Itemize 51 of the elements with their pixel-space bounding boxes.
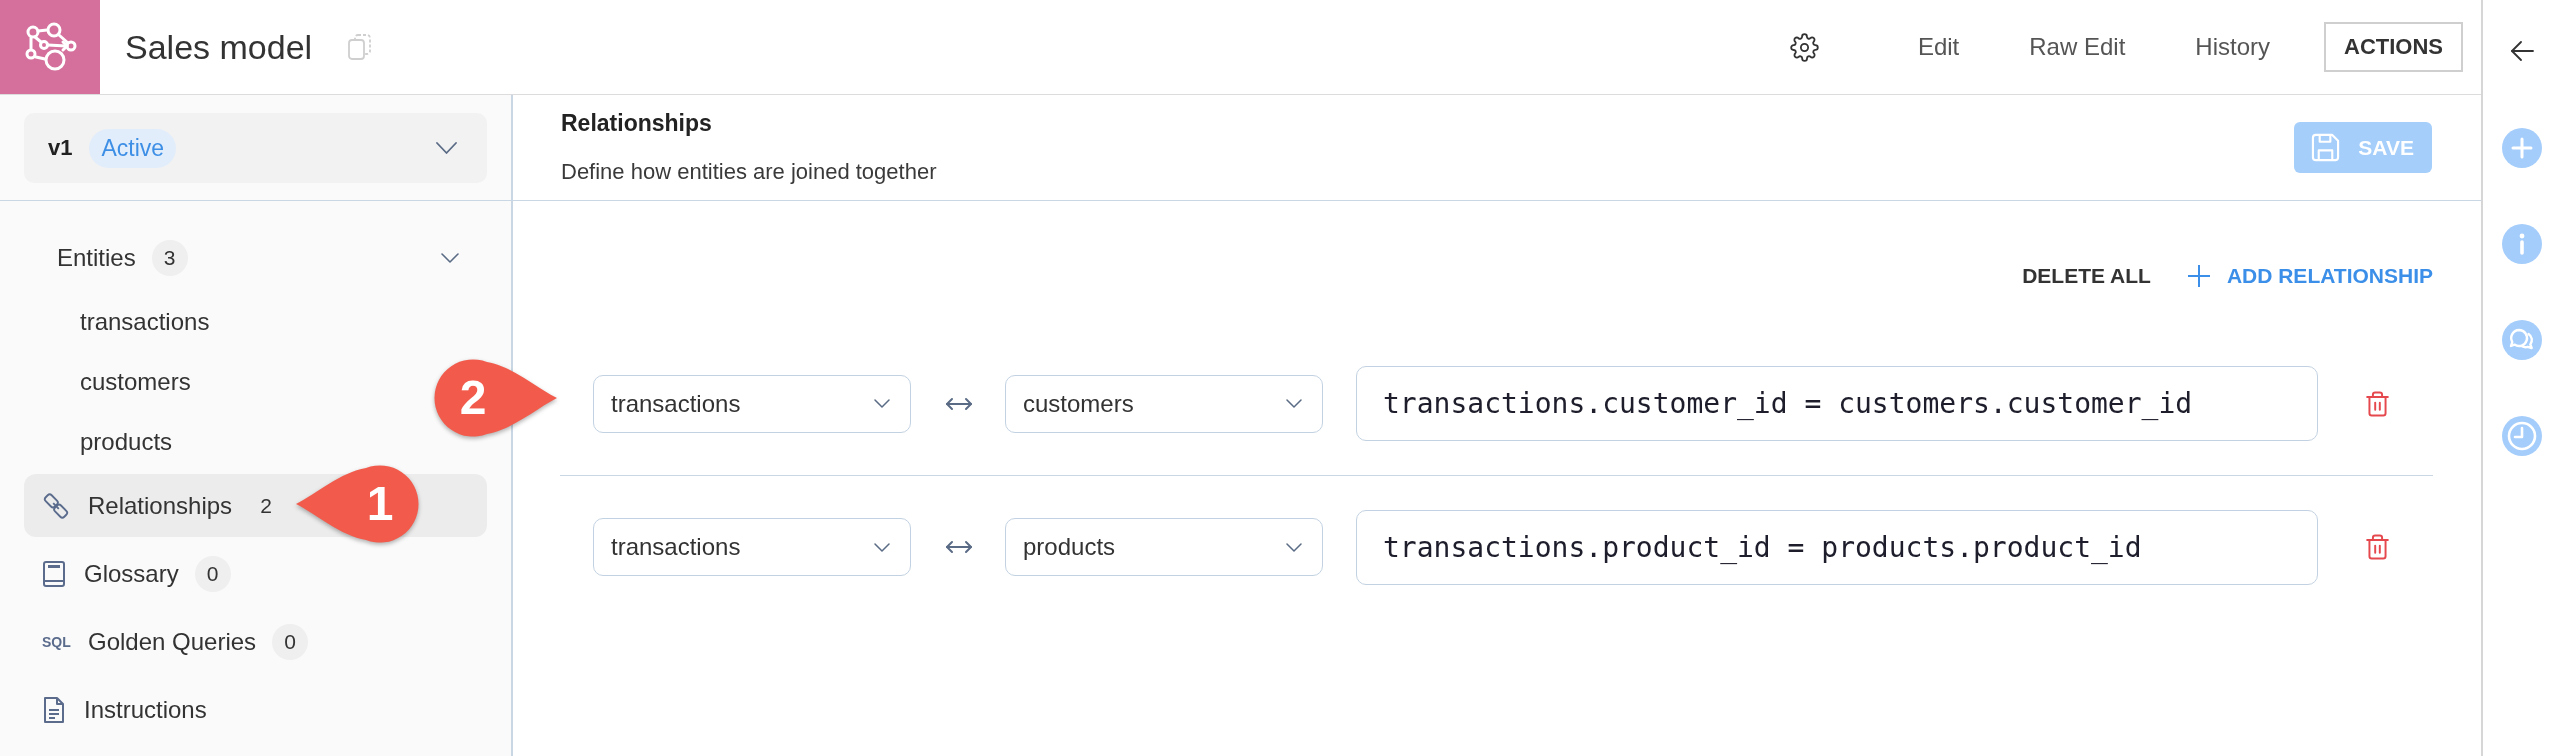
chevron-icon (436, 142, 457, 154)
entity-select[interactable]: customers (1005, 374, 1323, 433)
trash-icon[interactable] (2366, 534, 2389, 560)
nav-link[interactable]: Edit (1882, 22, 1995, 72)
chat-icon[interactable] (2501, 320, 2542, 360)
panel-title: Relationships (561, 109, 713, 138)
count-badge: 0 (272, 623, 309, 660)
nav-link[interactable]: History (2160, 22, 2305, 72)
info-icon[interactable] (2501, 224, 2542, 264)
join-expression-field[interactable]: transactions.product_id = products.product_id (1356, 509, 2318, 585)
sidebar-subitem[interactable]: transactions (24, 292, 423, 352)
join-expression-field[interactable]: transactions.customer_id = customers.customer_id (1356, 366, 2318, 441)
document-icon (42, 695, 66, 724)
settings-icon[interactable] (1789, 32, 1819, 62)
actions-button[interactable]: ACTIONS (2324, 22, 2463, 72)
double-arrow-icon (945, 396, 973, 411)
plus-icon (2187, 265, 2210, 287)
chevron-icon (874, 542, 890, 552)
sidebar-item[interactable]: Glossary 0 (24, 542, 487, 605)
book-icon (42, 559, 66, 588)
entity-select[interactable]: products (1005, 518, 1323, 576)
sidebar-item[interactable]: Instructions (24, 678, 487, 741)
panel-description: Define how entities are joined together (561, 158, 937, 186)
entity-select[interactable]: transactions (593, 374, 911, 433)
sidebar-subitem[interactable]: customers (24, 352, 423, 412)
count-badge: 3 (151, 239, 188, 276)
sql-label: SQL (42, 633, 70, 650)
status-badge: Active (89, 128, 177, 168)
nav-link[interactable]: Raw Edit (1994, 22, 2161, 72)
trash-icon[interactable] (2366, 390, 2389, 417)
link-icon (42, 491, 70, 520)
callout-marker: 1 (296, 464, 420, 544)
callout-marker: 2 (433, 358, 557, 438)
count-label: 2 (259, 492, 273, 519)
double-arrow-icon (945, 540, 973, 554)
chevron-icon (874, 399, 890, 408)
page-title: Sales model (125, 27, 313, 67)
version-label: v1 (48, 135, 73, 161)
back-arrow-icon[interactable] (2509, 41, 2534, 61)
version-selector[interactable]: v1 Active (24, 113, 487, 183)
count-badge: 0 (194, 555, 231, 592)
chevron-icon[interactable] (441, 252, 459, 263)
network-logo-icon[interactable] (0, 0, 100, 94)
sidebar-group[interactable]: Entities 3 (24, 226, 487, 289)
clock-icon[interactable] (2501, 416, 2542, 456)
sidebar-item[interactable]: SQL Golden Queries 0 (24, 610, 487, 673)
add-icon[interactable] (2501, 128, 2542, 168)
chevron-icon (1286, 399, 1302, 408)
entity-select[interactable]: transactions (593, 518, 911, 576)
chevron-icon (1286, 542, 1302, 552)
delete-all-button[interactable]: DELETE ALL (2022, 264, 2151, 288)
